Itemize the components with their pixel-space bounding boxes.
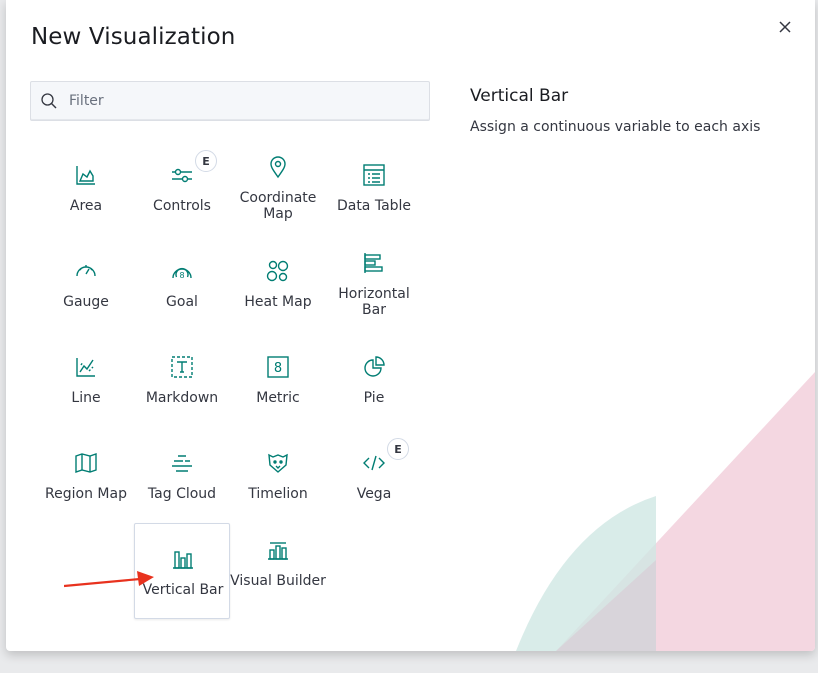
modal-title: New Visualization	[31, 24, 236, 50]
svg-text:8: 8	[274, 361, 282, 376]
controls-sliders-icon	[170, 163, 194, 187]
heatmap-icon	[266, 259, 290, 283]
viz-type-controls[interactable]: E Controls	[134, 140, 230, 236]
code-icon	[362, 451, 386, 475]
viz-type-vega[interactable]: E Vega	[326, 428, 422, 524]
description-text: Assign a continuous variable to each axi…	[470, 119, 761, 135]
viz-type-tag-cloud[interactable]: Tag Cloud	[134, 428, 230, 524]
viz-type-label: Line	[71, 390, 101, 406]
area-chart-icon	[74, 163, 98, 187]
viz-type-label: Pie	[363, 390, 385, 406]
viz-type-label: Controls	[153, 198, 211, 214]
viz-type-gauge[interactable]: Gauge	[38, 236, 134, 332]
viz-type-horizontal-bar[interactable]: Horizontal Bar	[326, 236, 422, 332]
viz-type-label: Tag Cloud	[147, 486, 217, 502]
vertical-bar-icon	[171, 547, 195, 571]
filter-field[interactable]	[30, 81, 430, 121]
goal-icon: 8	[170, 259, 194, 283]
viz-type-pie[interactable]: Pie	[326, 332, 422, 428]
map-pin-icon	[266, 155, 290, 179]
experimental-badge: E	[387, 438, 409, 460]
viz-type-region-map[interactable]: Region Map	[38, 428, 134, 524]
markdown-icon	[170, 355, 194, 379]
viz-type-heat-map[interactable]: Heat Map	[230, 236, 326, 332]
table-icon	[362, 163, 386, 187]
viz-type-label: Goal	[166, 294, 198, 310]
viz-type-line[interactable]: Line	[38, 332, 134, 428]
search-icon	[41, 93, 57, 109]
viz-type-metric[interactable]: 8 Metric	[230, 332, 326, 428]
visual-builder-icon	[266, 538, 290, 562]
close-button[interactable]	[776, 18, 794, 36]
viz-type-label: Metric	[256, 390, 300, 406]
viz-type-label: Horizontal Bar	[338, 286, 410, 318]
viz-type-coordinate-map[interactable]: Coordinate Map	[230, 140, 326, 236]
viz-type-markdown[interactable]: Markdown	[134, 332, 230, 428]
viz-type-area[interactable]: Area	[38, 140, 134, 236]
viz-type-label: Data Table	[336, 198, 412, 214]
viz-type-label: Coordinate Map	[239, 190, 317, 222]
viz-type-label: Visual Builder	[230, 573, 326, 589]
viz-type-visual-builder[interactable]: Visual Builder	[230, 523, 326, 619]
tag-cloud-icon	[170, 451, 194, 475]
metric-icon: 8	[266, 355, 290, 379]
timelion-icon	[266, 451, 290, 475]
viz-type-label: Area	[69, 198, 103, 214]
viz-type-label: Markdown	[145, 390, 219, 406]
svg-text:8: 8	[179, 271, 184, 280]
viz-type-label: Timelion	[248, 486, 308, 502]
viz-type-label: Gauge	[63, 294, 109, 310]
new-visualization-modal: New Visualization Area	[6, 0, 815, 651]
horizontal-bar-icon	[362, 251, 386, 275]
pie-chart-icon	[362, 355, 386, 379]
viz-type-data-table[interactable]: Data Table	[326, 140, 422, 236]
line-chart-icon	[74, 355, 98, 379]
viz-type-timelion[interactable]: Timelion	[230, 428, 326, 524]
viz-type-label: Region Map	[45, 486, 127, 502]
viz-type-label: Heat Map	[244, 294, 312, 310]
close-icon	[779, 21, 791, 33]
annotation-arrow	[64, 571, 154, 588]
filter-input[interactable]	[69, 82, 419, 120]
experimental-badge: E	[195, 150, 217, 172]
viz-type-goal[interactable]: 8 Goal	[134, 236, 230, 332]
gauge-icon	[74, 259, 98, 283]
region-map-icon	[74, 451, 98, 475]
viz-type-label: Vega	[356, 486, 392, 502]
description-title: Vertical Bar	[470, 86, 569, 106]
